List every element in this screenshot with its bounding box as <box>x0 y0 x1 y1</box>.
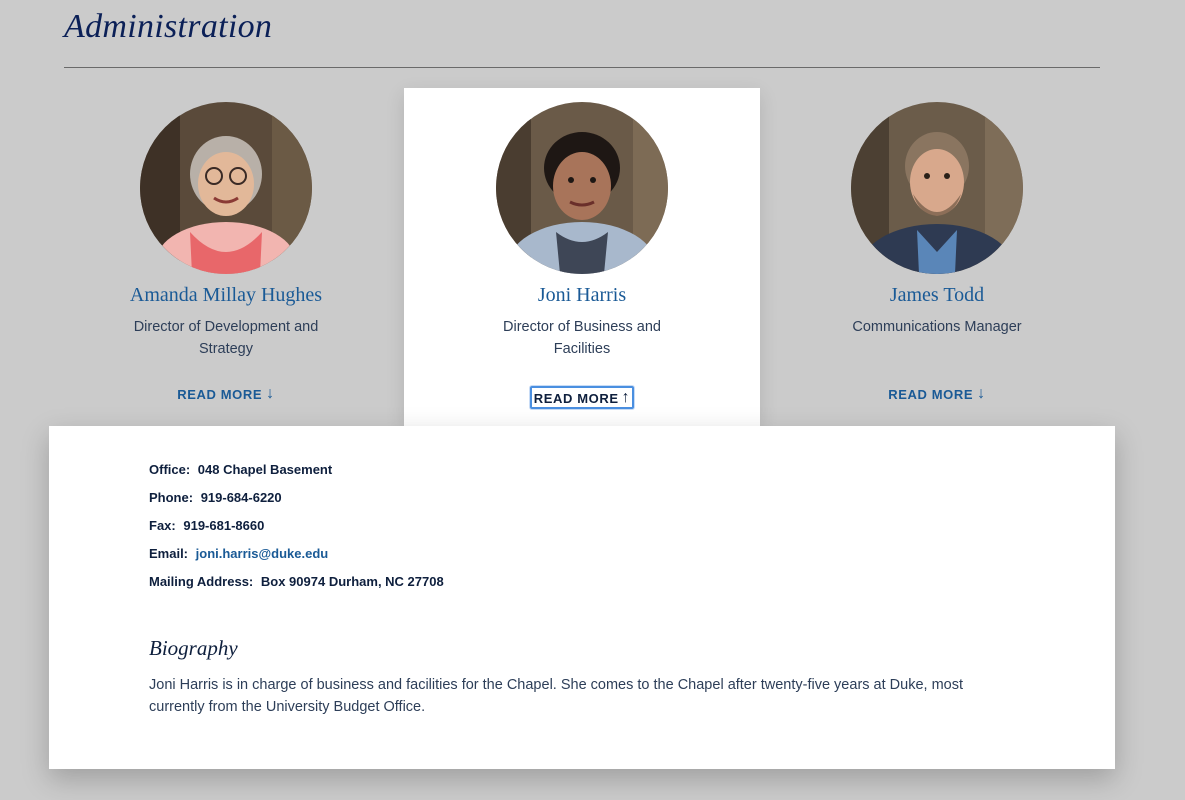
office-value: 048 Chapel Basement <box>197 462 333 477</box>
section-divider <box>64 67 1100 68</box>
biography-text: Joni Harris is in charge of business and… <box>149 677 963 715</box>
arrow-down-icon: ↓ <box>977 385 986 402</box>
read-more-label: READ MORE <box>888 386 974 402</box>
section-title: Administration <box>64 8 273 45</box>
phone-label: Phone: <box>149 490 194 505</box>
profile-detail-panel: Office: 048 Chapel Basement Phone: 919-6… <box>49 426 1115 769</box>
arrow-up-icon: ↑ <box>621 389 631 406</box>
read-more-label: READ MORE <box>533 390 619 406</box>
email-link[interactable]: joni.harris@duke.edu <box>196 546 329 561</box>
office-label: Office: <box>149 462 191 477</box>
read-more-label: READ MORE <box>177 386 263 402</box>
profile-card-joni: Joni Harris Director of Business and Fac… <box>404 88 760 426</box>
person-name[interactable]: James Todd <box>759 284 1115 307</box>
mailing-label: Mailing Address: <box>149 574 254 589</box>
email-label: Email: <box>149 546 189 561</box>
contact-info: Office: 048 Chapel Basement Phone: 919-6… <box>149 460 444 600</box>
phone-value: 919-684-6220 <box>200 490 282 505</box>
read-more-button[interactable]: READ MORE ↓ <box>759 386 1115 402</box>
fax-value: 919-681-8660 <box>183 518 265 533</box>
person-name[interactable]: Amanda Millay Hughes <box>48 284 404 307</box>
profile-card-amanda: Amanda Millay Hughes Director of Develop… <box>48 88 404 426</box>
person-role: Director of Development and Strategy <box>133 319 319 357</box>
office-row: Office: 048 Chapel Basement <box>149 460 444 488</box>
fax-label: Fax: <box>149 518 176 533</box>
mailing-value: Box 90974 Durham, NC 27708 <box>260 574 444 589</box>
read-less-button[interactable]: READ MORE ↑ <box>404 386 760 409</box>
person-role: Communications Manager <box>852 319 1022 335</box>
profile-card-james: James Todd Communications Manager READ M… <box>759 88 1115 426</box>
email-row: Email: joni.harris@duke.edu <box>149 544 444 572</box>
avatar <box>851 102 1023 274</box>
phone-row: Phone: 919-684-6220 <box>149 488 444 516</box>
avatar <box>496 102 668 274</box>
avatar <box>140 102 312 274</box>
mailing-row: Mailing Address: Box 90974 Durham, NC 27… <box>149 572 444 600</box>
person-name[interactable]: Joni Harris <box>404 284 760 307</box>
fax-row: Fax: 919-681-8660 <box>149 516 444 544</box>
biography-heading: Biography <box>149 636 238 660</box>
arrow-down-icon: ↓ <box>266 385 275 402</box>
read-more-button[interactable]: READ MORE ↓ <box>48 386 404 402</box>
person-role: Director of Business and Facilities <box>503 319 661 357</box>
